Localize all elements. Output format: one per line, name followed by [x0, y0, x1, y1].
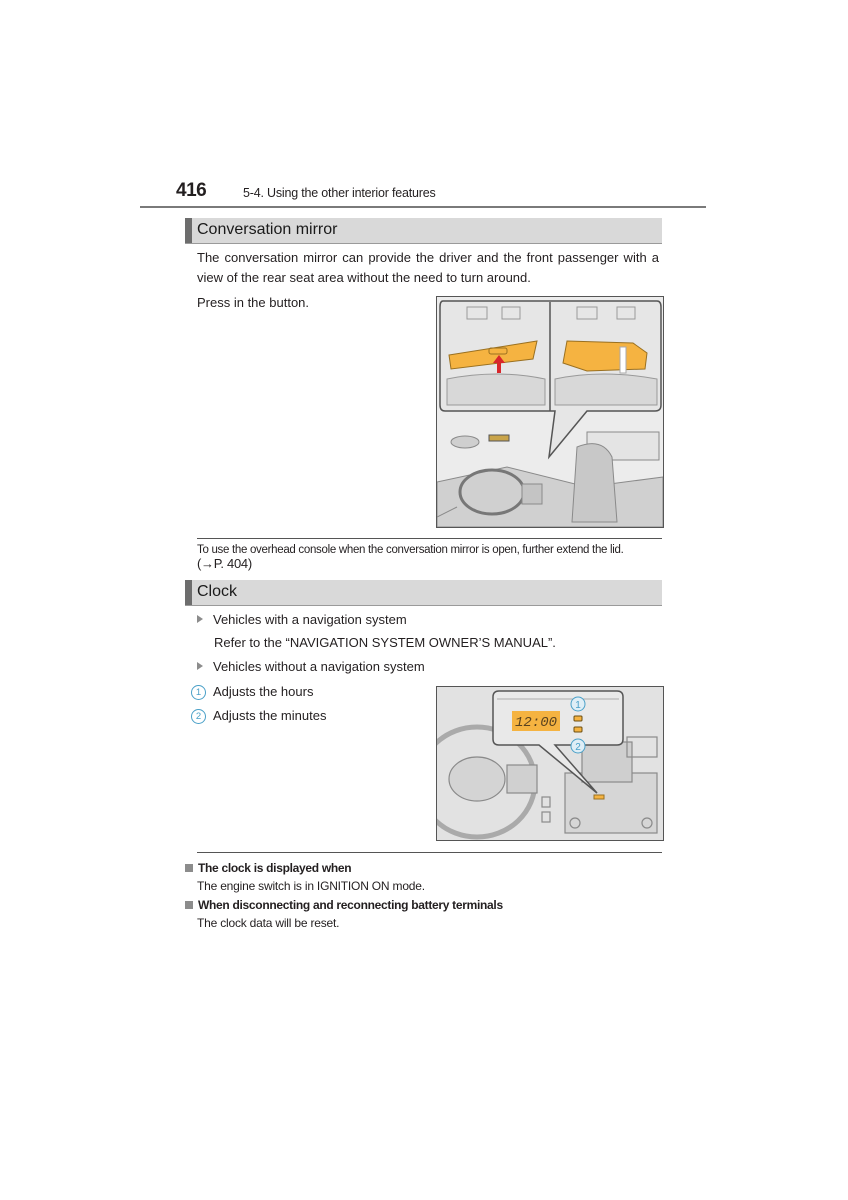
conversation-mirror-figure: ​ — [436, 296, 664, 528]
clock-figure: 12:00 1 2 — [436, 686, 664, 841]
callout-label: Adjusts the hours — [213, 684, 314, 699]
square-bullet-icon — [185, 901, 193, 909]
callout-item-hours: 1 Adjusts the hours — [191, 683, 313, 701]
minute-button — [573, 726, 583, 733]
callout-number-1: 1 — [191, 685, 206, 700]
header-divider — [140, 206, 706, 208]
page-number: 416 — [176, 180, 207, 201]
section-title: Conversation mirror — [197, 221, 338, 238]
conversation-mirror-illustration: ​ — [437, 297, 663, 527]
callout-number-2: 2 — [191, 709, 206, 724]
figure-callout-2: 2 — [575, 742, 581, 753]
conversation-mirror-intro: The conversation mirror can provide the … — [197, 250, 659, 285]
page-header: 416 5-4. Using the other interior featur… — [140, 178, 706, 208]
bullet-item: Vehicles without a navigation system — [197, 658, 425, 676]
clock-illustration: 12:00 1 2 — [437, 687, 663, 840]
section-heading-conversation-mirror: Conversation mirror — [185, 218, 662, 244]
note-text: To use the overhead console when the con… — [197, 544, 624, 556]
footnote-heading-text: When disconnecting and reconnecting batt… — [198, 898, 503, 912]
clock-display-time: 12:00 — [515, 715, 557, 731]
conversation-mirror-note: To use the overhead console when the con… — [197, 543, 667, 572]
conversation-mirror-instruction: Press in the button. — [197, 295, 310, 310]
section-title: Clock — [197, 583, 238, 600]
callout-item-minutes: 2 Adjusts the minutes — [191, 707, 326, 725]
bullet-label: Vehicles without a navigation system — [213, 659, 425, 674]
square-bullet-icon — [185, 864, 193, 872]
figure-callout-1: 1 — [575, 700, 581, 711]
footnote-heading: The clock is displayed when — [185, 861, 352, 875]
bullet-detail: Refer to the “NAVIGATION SYSTEM OWNER’S … — [214, 635, 556, 650]
hour-button — [573, 715, 583, 722]
footnote-body: The engine switch is in IGNITION ON mode… — [197, 879, 425, 893]
note-divider — [197, 538, 662, 539]
footnote-heading: When disconnecting and reconnecting batt… — [185, 898, 503, 912]
bullet-label: Vehicles with a navigation system — [213, 612, 407, 627]
footnote-divider — [197, 852, 662, 853]
callout-label: Adjusts the minutes — [213, 708, 327, 723]
section-path: 5-4. Using the other interior features — [243, 186, 436, 200]
section-heading-clock: Clock — [185, 580, 662, 606]
triangle-bullet-icon — [197, 615, 203, 623]
footnote-body: The clock data will be reset. — [197, 916, 340, 930]
bullet-item: Vehicles with a navigation system — [197, 611, 407, 629]
page-reference-link[interactable]: (→P. 404) — [197, 556, 252, 571]
triangle-bullet-icon — [197, 662, 203, 670]
footnote-heading-text: The clock is displayed when — [198, 861, 352, 875]
